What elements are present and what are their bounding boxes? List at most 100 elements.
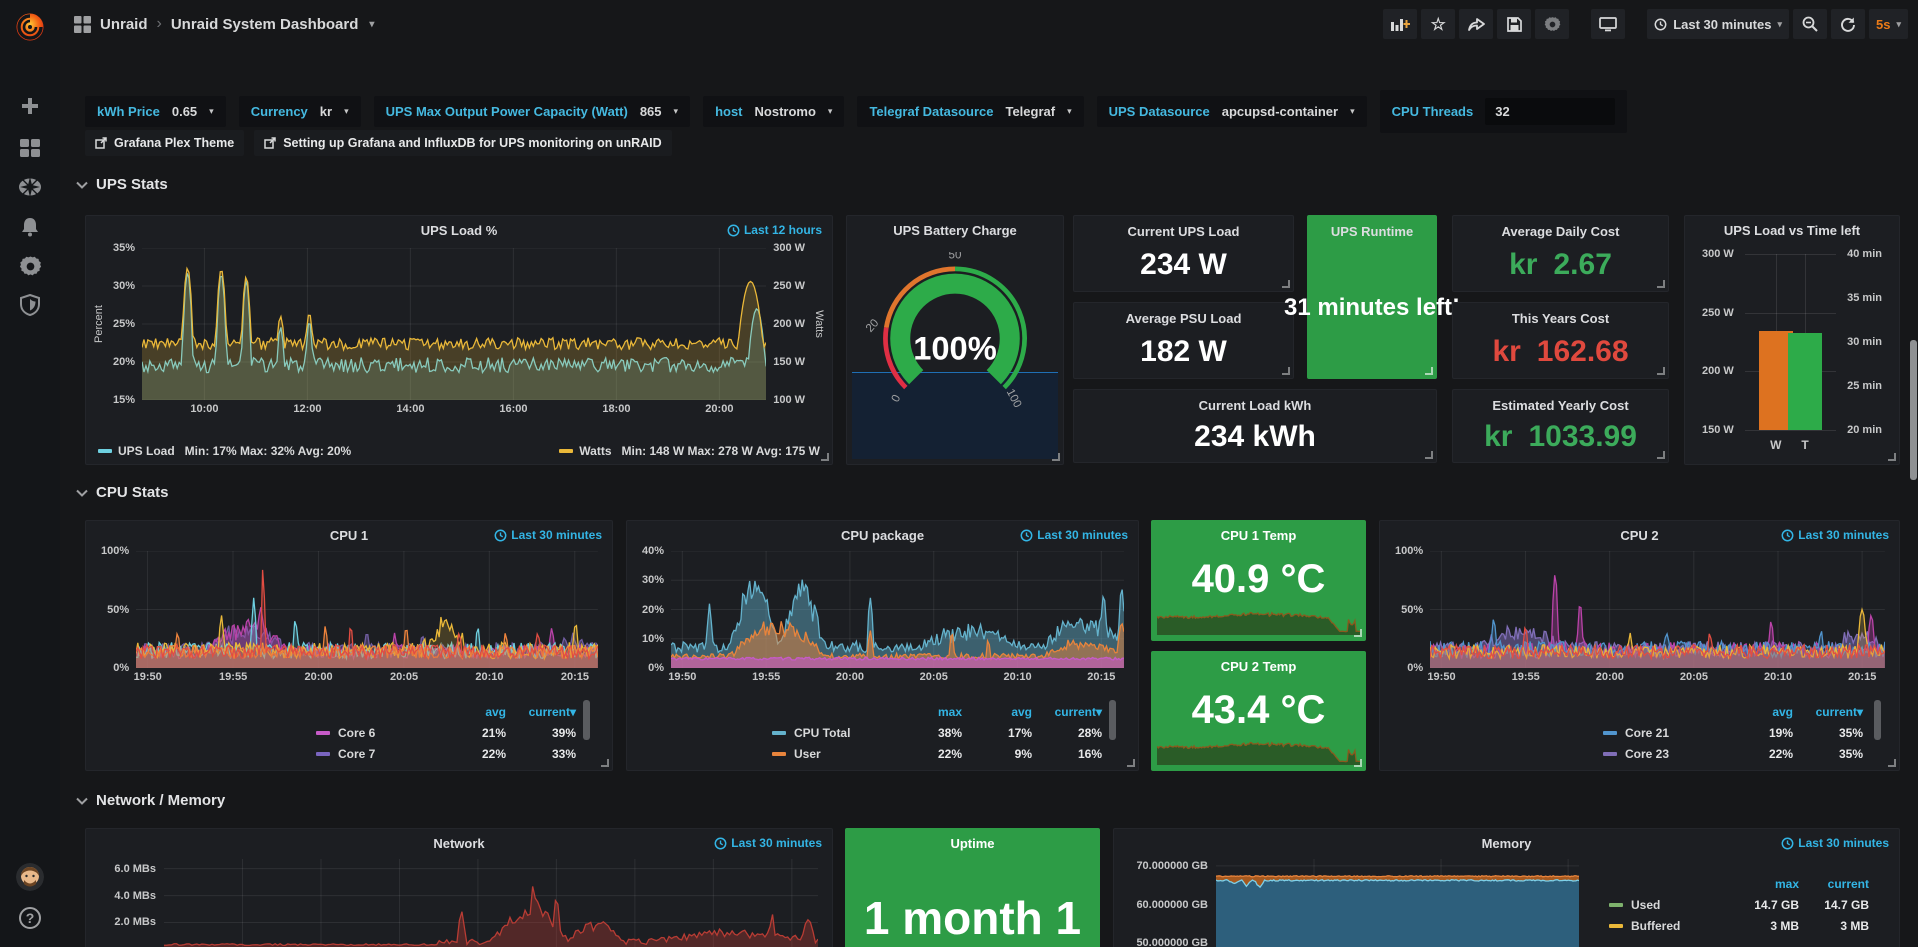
apps-grid-icon[interactable]: [74, 16, 91, 33]
variable-kwh-price[interactable]: kWh Price0.65▾: [85, 96, 226, 127]
legend-scrollbar[interactable]: [583, 700, 590, 740]
alerting-bell-icon[interactable]: [17, 214, 43, 240]
legend-header-current[interactable]: current▾: [1032, 705, 1102, 719]
bar-t[interactable]: [1788, 333, 1822, 430]
legend-item-ups-load[interactable]: UPS LoadMin: 17% Max: 32% Avg: 20%: [98, 444, 351, 458]
legend-value: 3 MB: [1799, 919, 1869, 933]
variable-value[interactable]: kr: [320, 104, 332, 119]
server-admin-shield-icon[interactable]: [17, 292, 43, 318]
legend-item-buffered[interactable]: Buffered: [1609, 919, 1729, 933]
dashboard-dropdown-caret[interactable]: ▾: [369, 19, 374, 30]
help-icon[interactable]: ?: [17, 905, 43, 931]
explore-compass-icon[interactable]: [17, 174, 43, 200]
panel-network: Network Last 30 minutes 6.0 MBs4.0 MBs2.…: [85, 828, 833, 947]
legend-header-current[interactable]: current: [1799, 877, 1869, 891]
panel-title[interactable]: UPS Runtime: [1308, 224, 1436, 239]
configuration-gear-icon[interactable]: [17, 253, 43, 279]
panel-title[interactable]: Average Daily Cost: [1453, 224, 1668, 239]
variable-label: Currency: [251, 104, 308, 119]
cpu1-chart[interactable]: 19:5019:5520:0020:0520:1020:15: [136, 551, 598, 668]
legend-item-watts[interactable]: WattsMin: 148 W Max: 278 W Avg: 175 W: [559, 444, 820, 458]
star-button[interactable]: ☆: [1421, 9, 1455, 39]
legend-item-cpu-total[interactable]: CPU Total: [772, 726, 892, 740]
refresh-interval-picker[interactable]: 5s ▾: [1869, 9, 1908, 39]
section-cpu-stats[interactable]: CPU Stats: [76, 484, 169, 501]
panel-title[interactable]: Estimated Yearly Cost: [1453, 398, 1668, 413]
panel-time-range[interactable]: Last 12 hours: [727, 223, 822, 237]
panel-title[interactable]: UPS Load %: [86, 223, 832, 238]
refresh-button[interactable]: [1831, 9, 1865, 39]
variable-value[interactable]: Telegraf: [1005, 104, 1055, 119]
time-range-picker[interactable]: Last 30 minutes ▾: [1647, 9, 1789, 39]
panel-time-range[interactable]: Last 30 minutes: [1781, 836, 1889, 850]
dashboards-icon[interactable]: [17, 135, 43, 161]
legend-header-avg[interactable]: avg: [436, 705, 506, 719]
variable-value[interactable]: apcupsd-container: [1222, 104, 1338, 119]
section-ups-stats[interactable]: UPS Stats: [76, 176, 168, 193]
legend-item-core-23[interactable]: Core 23: [1603, 747, 1723, 761]
legend-item-used[interactable]: Used: [1609, 898, 1729, 912]
grafana-logo-icon[interactable]: [13, 10, 47, 44]
zoom-out-button[interactable]: [1793, 9, 1827, 39]
legend-item-core-21[interactable]: Core 21: [1603, 726, 1723, 740]
panel-title[interactable]: This Years Cost: [1453, 311, 1668, 326]
variable-value[interactable]: 865: [640, 104, 662, 119]
legend-item-core-6[interactable]: Core 6: [316, 726, 436, 740]
legend-item-core-7[interactable]: Core 7: [316, 747, 436, 761]
variable-ups-max-output-power-capacity-watt[interactable]: UPS Max Output Power Capacity (Watt)865▾: [374, 96, 690, 127]
add-panel-button[interactable]: [1383, 9, 1417, 39]
panel-time-range[interactable]: Last 30 minutes: [714, 836, 822, 850]
section-network-memory[interactable]: Network / Memory: [76, 792, 225, 809]
bar-chart[interactable]: WT: [1745, 254, 1836, 430]
panel-title[interactable]: CPU 1 Temp: [1152, 528, 1365, 543]
panel-title[interactable]: UPS Load vs Time left: [1685, 223, 1899, 238]
memory-chart[interactable]: [1216, 859, 1579, 947]
legend-header-current[interactable]: current▾: [506, 705, 576, 719]
create-plus-icon[interactable]: [17, 93, 43, 119]
legend-header-avg[interactable]: avg: [962, 705, 1032, 719]
legend-header-max[interactable]: max: [1729, 877, 1799, 891]
variable-currency[interactable]: Currencykr▾: [239, 96, 361, 127]
legend-header-avg[interactable]: avg: [1723, 705, 1793, 719]
ups-load-chart[interactable]: 10:0012:0014:0016:0018:0020:00: [142, 248, 766, 400]
variable-telegraf-datasource[interactable]: Telegraf DatasourceTelegraf▾: [857, 96, 1083, 127]
panel-title[interactable]: Uptime: [846, 836, 1099, 851]
panel-time-range[interactable]: Last 30 minutes: [1781, 528, 1889, 542]
variable-value[interactable]: 0.65: [172, 104, 197, 119]
variable-ups-datasource[interactable]: UPS Datasourceapcupsd-container▾: [1097, 96, 1367, 127]
variable-input[interactable]: 32: [1485, 98, 1615, 125]
variable-cpu-threads[interactable]: CPU Threads 32: [1380, 90, 1628, 133]
user-avatar[interactable]: [16, 863, 44, 891]
panel-title[interactable]: Average PSU Load: [1074, 311, 1293, 326]
panel-title[interactable]: Current UPS Load: [1074, 224, 1293, 239]
legend-scrollbar[interactable]: [1874, 700, 1881, 740]
dashboard-settings-button[interactable]: [1535, 9, 1569, 39]
cpu-package-chart[interactable]: 19:5019:5520:0020:0520:1020:15: [671, 551, 1124, 668]
legend-item-user[interactable]: User: [772, 747, 892, 761]
breadcrumb-dashboard[interactable]: Unraid System Dashboard: [171, 16, 359, 33]
dashboard-link-grafana-plex-theme[interactable]: Grafana Plex Theme: [85, 130, 244, 156]
panel-time-range[interactable]: Last 30 minutes: [494, 528, 602, 542]
panel-time-range[interactable]: Last 30 minutes: [1020, 528, 1128, 542]
dashboard-link-setting-up-grafana-and-influxdb-for-ups-monitoring-on-unraid[interactable]: Setting up Grafana and InfluxDB for UPS …: [254, 130, 671, 156]
network-chart[interactable]: [164, 859, 818, 947]
save-button[interactable]: [1497, 9, 1531, 39]
variable-label: UPS Datasource: [1109, 104, 1210, 119]
axis-tick: 19:55: [219, 671, 247, 683]
legend-header-current[interactable]: current▾: [1793, 705, 1863, 719]
panel-title[interactable]: Current Load kWh: [1074, 398, 1436, 413]
cpu2-chart[interactable]: 19:5019:5520:0020:0520:1020:15: [1430, 551, 1885, 668]
variable-value[interactable]: Nostromo: [755, 104, 816, 119]
legend-scrollbar[interactable]: [1109, 700, 1116, 740]
variable-host[interactable]: hostNostromo▾: [703, 96, 844, 127]
axis-tick: 16:00: [499, 403, 527, 415]
page-scrollbar-thumb[interactable]: [1910, 340, 1917, 480]
battery-gauge[interactable]: 02050100100%: [847, 252, 1063, 410]
breadcrumb-folder[interactable]: Unraid: [100, 16, 148, 33]
legend-header-max[interactable]: max: [892, 705, 962, 719]
panel-title[interactable]: CPU 2 Temp: [1152, 659, 1365, 674]
kiosk-mode-button[interactable]: [1591, 9, 1625, 39]
share-button[interactable]: [1459, 9, 1493, 39]
variable-label: CPU Threads: [1392, 104, 1474, 119]
panel-title[interactable]: UPS Battery Charge: [847, 223, 1063, 238]
